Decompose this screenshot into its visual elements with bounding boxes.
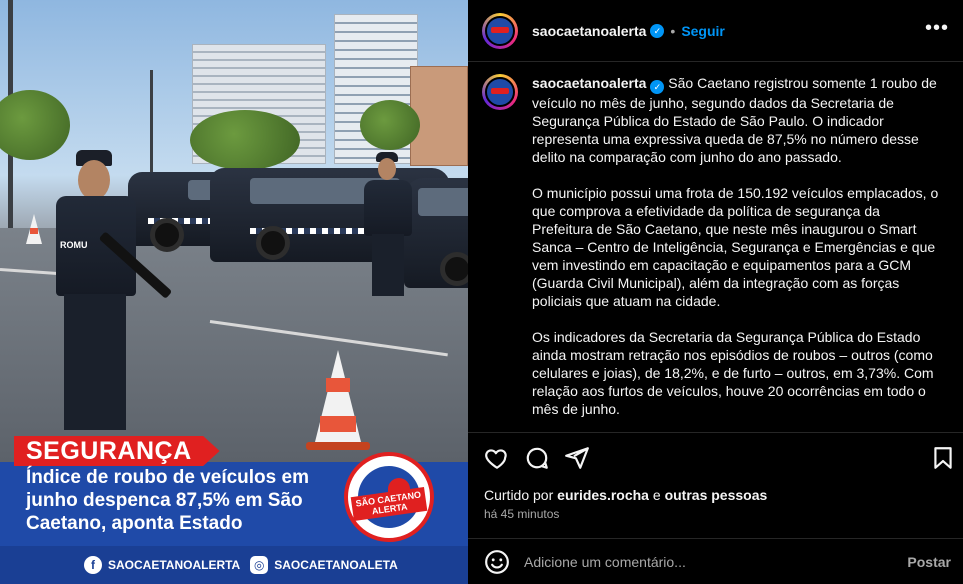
post-timestamp: há 45 minutos: [484, 507, 560, 521]
police-officer: ROMU: [50, 146, 173, 436]
caption: saocaetanoalerta ✓ São Caetano registrou …: [532, 74, 942, 432]
share-icon[interactable]: [564, 445, 590, 471]
post-side-panel: saocaetanoalerta ✓ • Seguir ••• saocaeta…: [468, 0, 963, 584]
likes-prefix: Curtido por: [484, 487, 554, 503]
category-tag: SEGURANÇA: [14, 436, 220, 466]
others-link[interactable]: outras pessoas: [665, 487, 768, 503]
caption-paragraph: O município possui uma frota de 150.192 …: [532, 185, 939, 309]
social-footer: f SAOCAETANOALERTA ◎ SAOCAETANOALETA: [0, 546, 468, 584]
caption-username[interactable]: saocaetanoalerta: [532, 75, 646, 91]
separator: •: [670, 22, 676, 39]
avatar[interactable]: [482, 74, 518, 110]
more-options-icon[interactable]: •••: [925, 18, 949, 38]
comment-icon[interactable]: [524, 445, 550, 471]
social-handle: SAOCAETANOALERTA: [108, 558, 241, 572]
caption-area: saocaetanoalerta ✓ São Caetano registrou …: [468, 62, 963, 432]
cone-base: [306, 442, 370, 450]
comment-input[interactable]: [524, 553, 908, 570]
verified-badge-icon: ✓: [650, 80, 665, 94]
verified-badge-icon: ✓: [650, 23, 665, 38]
heart-icon[interactable]: [484, 445, 510, 471]
police-officer: [360, 150, 420, 300]
post-image[interactable]: ROMU SEGURANÇA Índice de roubo de veícul…: [0, 0, 468, 584]
cone-stripe: [320, 416, 356, 432]
comment-bar: Postar: [468, 538, 963, 584]
tree: [360, 100, 420, 150]
headline: Índice de roubo de veículos em junho des…: [26, 467, 309, 534]
facebook-icon: f: [84, 556, 102, 574]
follow-button[interactable]: Seguir: [681, 23, 725, 39]
likes-conjunction: e: [652, 487, 661, 503]
liker-username[interactable]: eurides.rocha: [557, 487, 649, 503]
brand-logo: SÃO CAETANO ALERTA: [344, 452, 434, 542]
action-bar: [468, 432, 963, 482]
bookmark-icon[interactable]: [930, 445, 956, 471]
tree: [190, 110, 300, 170]
cone-stripe: [30, 228, 38, 234]
likes-summary: Curtido por eurides.rocha e outras pesso…: [484, 487, 767, 503]
social-facebook: f SAOCAETANOALERTA: [84, 556, 240, 574]
header-username[interactable]: saocaetanoalerta: [532, 23, 646, 39]
post-comment-button[interactable]: Postar: [907, 554, 951, 570]
cone-stripe: [326, 378, 350, 392]
social-handle: SAOCAETANOALETA: [274, 558, 398, 572]
avatar[interactable]: [482, 12, 518, 49]
caption-paragraph: Os indicadores da Secretaria da Seguranç…: [532, 329, 934, 417]
post-header: saocaetanoalerta ✓ • Seguir •••: [468, 0, 963, 62]
instagram-icon: ◎: [250, 556, 269, 574]
emoji-icon[interactable]: [484, 549, 510, 575]
officer-patch: ROMU: [60, 240, 88, 250]
social-instagram: ◎ SAOCAETANOALETA: [250, 556, 398, 574]
